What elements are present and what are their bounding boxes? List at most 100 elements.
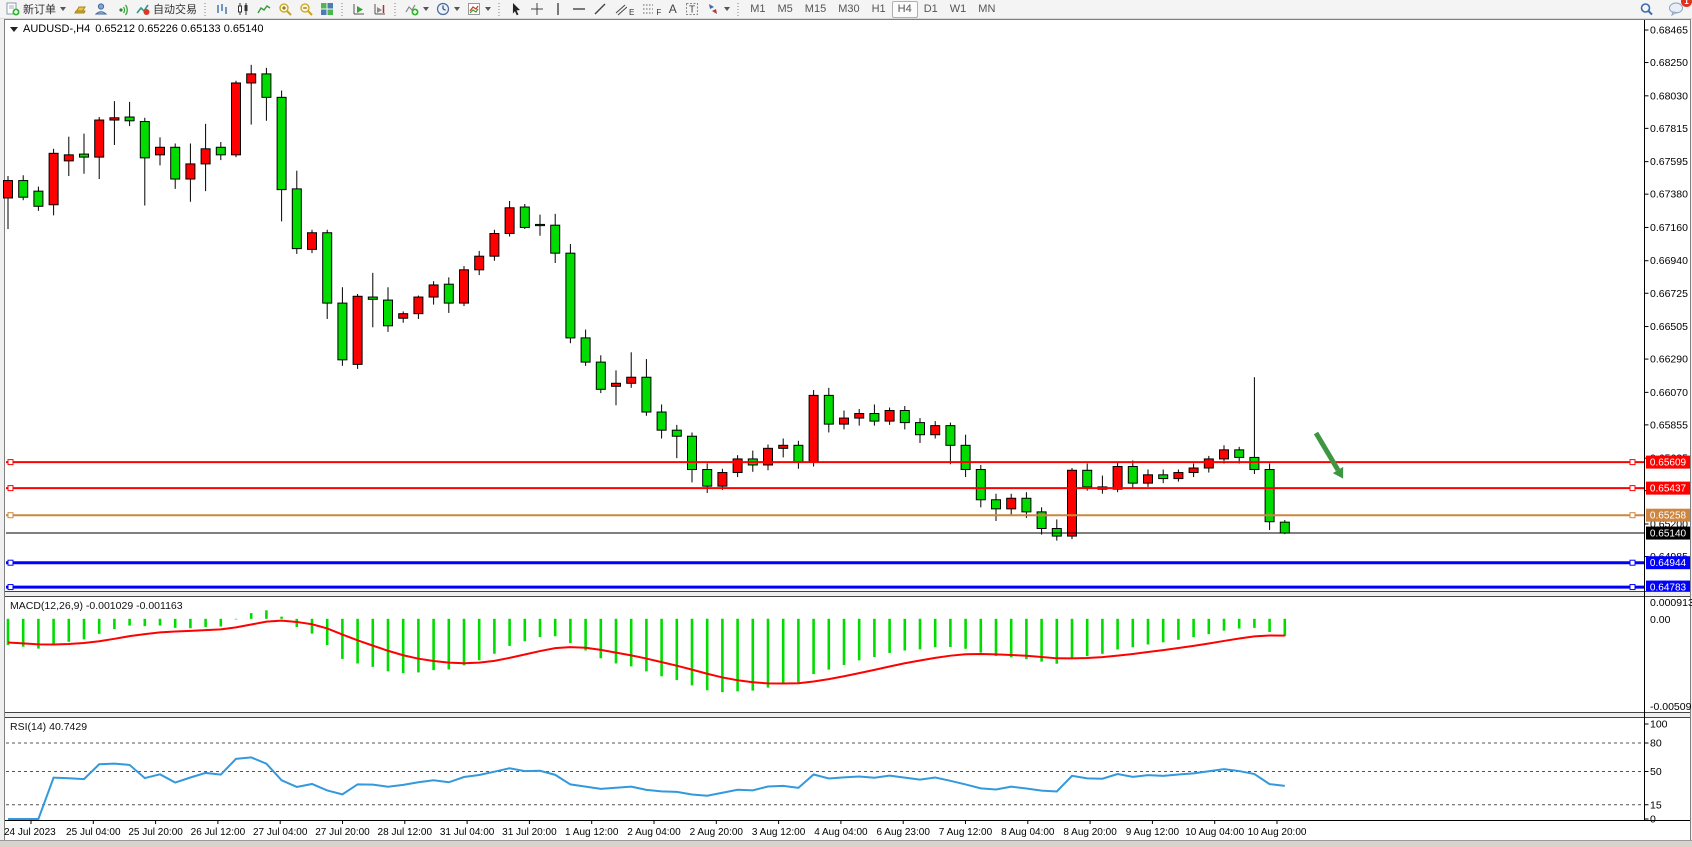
chart-symbol: AUDUSD-,H4 — [23, 23, 90, 35]
text-tool-button[interactable]: A — [664, 1, 681, 18]
new-order-label: 新订单 — [23, 1, 56, 17]
crosshair-icon — [529, 2, 544, 17]
fibonacci-tool-button[interactable]: F — [637, 1, 664, 18]
arrows-tool-button[interactable] — [702, 1, 733, 18]
search-icon — [1639, 2, 1654, 17]
panel-splitter[interactable] — [5, 591, 1690, 597]
svg-text:100: 100 — [1650, 719, 1668, 731]
chart-shift-button[interactable] — [369, 1, 390, 18]
rsi-label: RSI(14) 40.7429 — [10, 721, 87, 733]
svg-text:0.66505: 0.66505 — [1650, 321, 1688, 333]
svg-text:2 Aug 20:00: 2 Aug 20:00 — [690, 827, 744, 838]
gold-icon — [72, 2, 87, 17]
trendline-icon — [592, 2, 607, 17]
channel-icon — [613, 2, 628, 17]
timeframe-MN[interactable]: MN — [972, 1, 1001, 18]
toolbar-separator — [735, 3, 742, 16]
timeframe-M5[interactable]: M5 — [772, 1, 799, 18]
line-chart-button[interactable] — [253, 1, 274, 18]
periods-button[interactable] — [432, 1, 463, 18]
svg-text:0.68250: 0.68250 — [1650, 57, 1688, 69]
svg-text:27 Jul 20:00: 27 Jul 20:00 — [315, 827, 370, 838]
symbol-dropdown-icon[interactable] — [10, 27, 18, 32]
svg-text:3 Aug 12:00: 3 Aug 12:00 — [752, 827, 806, 838]
template-icon — [466, 2, 481, 17]
vertical-line-tool-button[interactable] — [547, 1, 568, 18]
svg-text:28 Jul 12:00: 28 Jul 12:00 — [378, 827, 433, 838]
auto-scroll-button[interactable] — [348, 1, 369, 18]
signals-button[interactable] — [111, 1, 132, 18]
templates-button[interactable] — [463, 1, 494, 18]
svg-text:26 Jul 12:00: 26 Jul 12:00 — [191, 827, 246, 838]
candlestick-chart-button[interactable] — [232, 1, 253, 18]
profile-button[interactable] — [90, 1, 111, 18]
timeframe-W1[interactable]: W1 — [944, 1, 973, 18]
autotrading-button[interactable]: 自动交易 — [132, 1, 200, 18]
templates-caret-icon — [485, 7, 491, 11]
zoom-out-button[interactable] — [295, 1, 316, 18]
notification-badge[interactable]: 1 — [1681, 0, 1692, 7]
timeframe-D1[interactable]: D1 — [918, 1, 944, 18]
svg-text:0.68030: 0.68030 — [1650, 90, 1688, 102]
horizontal-line-tool-button[interactable] — [568, 1, 589, 18]
svg-text:10 Aug 04:00: 10 Aug 04:00 — [1185, 827, 1244, 838]
svg-text:6 Aug 23:00: 6 Aug 23:00 — [877, 827, 931, 838]
label-tool-icon: T — [684, 2, 699, 17]
bar-chart-icon — [214, 2, 229, 17]
bar-chart-button[interactable] — [211, 1, 232, 18]
svg-text:8 Aug 04:00: 8 Aug 04:00 — [1001, 827, 1055, 838]
line-chart-icon — [256, 2, 271, 17]
timeframe-H4[interactable]: H4 — [892, 1, 918, 18]
search-button[interactable] — [1636, 1, 1657, 18]
main-toolbar: 新订单 自动交易 — [0, 0, 1692, 19]
toolbar-separator — [496, 3, 503, 16]
text-tool-icon: A — [669, 2, 677, 16]
macd-label: MACD(12,26,9) -0.001029 -0.001163 — [10, 600, 183, 612]
svg-text:0: 0 — [1650, 814, 1656, 826]
zoom-in-button[interactable] — [274, 1, 295, 18]
chart-canvas[interactable]: 0.684650.682500.680300.678150.675950.673… — [0, 0, 1692, 847]
panel-splitter[interactable] — [5, 712, 1690, 718]
svg-text:0.67815: 0.67815 — [1650, 123, 1688, 135]
cursor-tool-button[interactable] — [505, 1, 526, 18]
indicators-button[interactable] — [401, 1, 432, 18]
svg-text:25 Jul 20:00: 25 Jul 20:00 — [128, 827, 183, 838]
vertical-line-icon — [550, 2, 565, 17]
application-window: 新订单 自动交易 — [0, 0, 1692, 847]
chart-ohlc-values: 0.65212 0.65226 0.65133 0.65140 — [95, 23, 263, 35]
svg-text:-0.005093: -0.005093 — [1650, 701, 1692, 713]
autotrading-label: 自动交易 — [153, 1, 197, 17]
svg-text:1 Aug 12:00: 1 Aug 12:00 — [565, 827, 619, 838]
label-tool-button[interactable]: T — [681, 1, 702, 18]
auto-scroll-icon — [351, 2, 366, 17]
toolbar-separator — [392, 3, 399, 16]
timeframe-M1[interactable]: M1 — [744, 1, 771, 18]
svg-text:0.67160: 0.67160 — [1650, 222, 1688, 234]
timeframe-M15[interactable]: M15 — [799, 1, 832, 18]
svg-text:0.66725: 0.66725 — [1650, 288, 1688, 300]
rsi-value: 40.7429 — [49, 721, 87, 733]
equidistant-channel-tool-button[interactable]: E — [610, 1, 637, 18]
market-watch-button[interactable] — [69, 1, 90, 18]
crosshair-tool-button[interactable] — [526, 1, 547, 18]
svg-text:0.65140: 0.65140 — [1650, 529, 1687, 540]
fibonacci-icon — [640, 2, 655, 17]
new-order-button[interactable]: 新订单 — [2, 1, 69, 18]
svg-text:24 Jul 2023: 24 Jul 2023 — [4, 827, 56, 838]
arrows-tool-icon — [705, 2, 720, 17]
svg-text:T: T — [689, 5, 695, 16]
svg-text:0.65437: 0.65437 — [1650, 484, 1687, 495]
horizontal-line-icon — [571, 2, 586, 17]
cursor-icon — [508, 2, 523, 17]
rsi-name: RSI(14) — [10, 721, 46, 733]
new-order-icon — [5, 2, 20, 17]
timeframe-H1[interactable]: H1 — [866, 1, 892, 18]
zoom-out-icon — [298, 2, 313, 17]
tile-windows-button[interactable] — [316, 1, 337, 18]
svg-text:0.68465: 0.68465 — [1650, 25, 1688, 37]
zoom-in-icon — [277, 2, 292, 17]
arrows-caret-icon — [724, 7, 730, 11]
indicators-icon — [404, 2, 419, 17]
trendline-tool-button[interactable] — [589, 1, 610, 18]
timeframe-M30[interactable]: M30 — [832, 1, 865, 18]
